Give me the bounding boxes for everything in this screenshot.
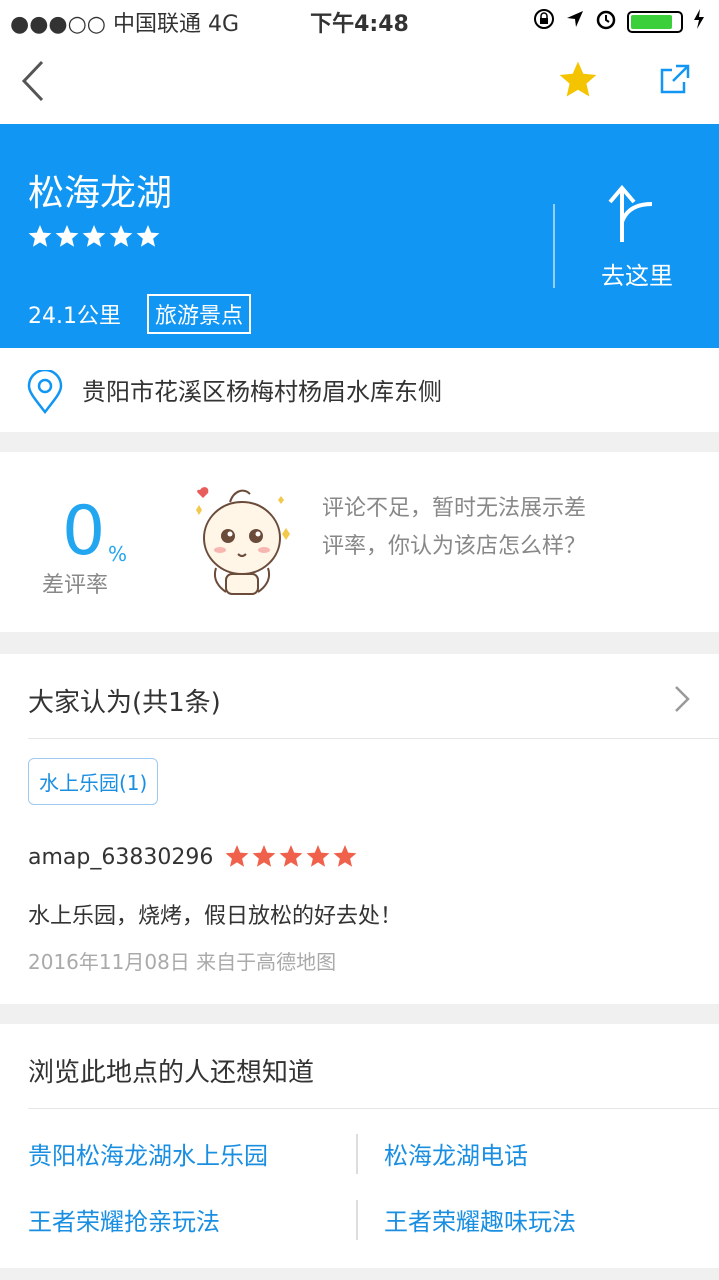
review-username: amap_63830296 bbox=[28, 844, 214, 870]
share-button[interactable] bbox=[658, 62, 692, 100]
favorite-button[interactable] bbox=[556, 58, 600, 106]
header-divider bbox=[553, 204, 555, 288]
star-icon bbox=[109, 225, 133, 247]
reviews-divider bbox=[28, 738, 719, 739]
address-text: 贵阳市花溪区杨梅村杨眉水库东侧 bbox=[82, 378, 442, 406]
star-icon bbox=[306, 845, 330, 867]
category-tag[interactable]: 旅游景点 bbox=[147, 294, 252, 334]
back-button[interactable] bbox=[14, 56, 54, 106]
reviews-header[interactable]: 大家认为(共1条) bbox=[28, 682, 221, 719]
bad-rate-card: 0 % 差评率 评论不足，暂时无法展示差评率，你认为该店怎么样？ bbox=[0, 452, 719, 632]
star-icon bbox=[225, 845, 249, 867]
place-title: 松海龙湖 bbox=[28, 173, 173, 214]
cute-face-icon bbox=[186, 480, 300, 604]
distance-text: 24.1公里 bbox=[28, 304, 121, 329]
review-date-source: 2016年11月08日 来自于高德地图 bbox=[28, 950, 337, 974]
chevron-left-icon bbox=[21, 60, 44, 102]
keyword-tag[interactable]: 水上乐园(1) bbox=[28, 758, 159, 805]
status-bar: ●●●○○ 中国联通 4G 下午4:48 bbox=[0, 0, 719, 40]
link-separator bbox=[356, 1200, 358, 1240]
link-separator bbox=[356, 1134, 358, 1174]
related-header: 浏览此地点的人还想知道 bbox=[28, 1058, 315, 1088]
go-here-label: 去这里 bbox=[601, 262, 673, 290]
related-link[interactable]: 王者荣耀抢亲玩法 bbox=[28, 1202, 220, 1237]
star-icon bbox=[559, 61, 597, 97]
related-link[interactable]: 贵阳松海龙湖水上乐园 bbox=[28, 1136, 268, 1171]
lock-rotation-icon bbox=[533, 8, 555, 36]
star-icon bbox=[82, 225, 106, 247]
address-row[interactable]: 贵阳市花溪区杨梅村杨眉水库东侧 bbox=[0, 348, 719, 432]
related-link[interactable]: 王者荣耀趣味玩法 bbox=[384, 1202, 576, 1237]
charging-icon bbox=[693, 8, 705, 36]
related-card: 浏览此地点的人还想知道 贵阳松海龙湖水上乐园 松海龙湖电话 王者荣耀抢亲玩法 王… bbox=[0, 1024, 719, 1268]
star-icon bbox=[55, 225, 79, 247]
review-stars bbox=[225, 845, 357, 867]
related-divider bbox=[28, 1108, 719, 1109]
related-link[interactable]: 松海龙湖电话 bbox=[384, 1136, 528, 1171]
star-icon bbox=[28, 225, 52, 247]
bad-rate-value: 0 bbox=[62, 492, 106, 571]
location-arrow-icon bbox=[565, 9, 585, 35]
route-turn-icon bbox=[608, 184, 653, 242]
star-icon bbox=[252, 845, 276, 867]
share-icon bbox=[660, 64, 690, 94]
rating-stars bbox=[28, 224, 168, 254]
bad-rate-message: 评论不足，暂时无法展示差评率，你认为该店怎么样？ bbox=[322, 496, 587, 559]
star-icon bbox=[136, 225, 160, 247]
go-here-button[interactable]: 去这里 bbox=[573, 176, 701, 291]
chevron-right-icon[interactable] bbox=[672, 684, 692, 718]
bad-rate-unit: % bbox=[108, 542, 128, 566]
star-icon bbox=[279, 845, 303, 867]
review-content: 水上乐园，烧烤，假日放松的好去处！ bbox=[28, 904, 403, 929]
battery-icon bbox=[627, 11, 683, 33]
review-user-row: amap_63830296 bbox=[28, 844, 361, 870]
alarm-icon bbox=[595, 8, 617, 36]
star-icon bbox=[333, 845, 357, 867]
place-header: 松海龙湖 24.1公里 旅游景点 去这里 bbox=[0, 124, 719, 348]
bad-rate-label: 差评率 bbox=[42, 573, 109, 598]
location-pin-icon bbox=[26, 368, 64, 418]
nav-bar bbox=[0, 40, 719, 124]
reviews-card: 大家认为(共1条) 水上乐园(1) amap_63830296 水上乐园，烧烤，… bbox=[0, 654, 719, 1004]
